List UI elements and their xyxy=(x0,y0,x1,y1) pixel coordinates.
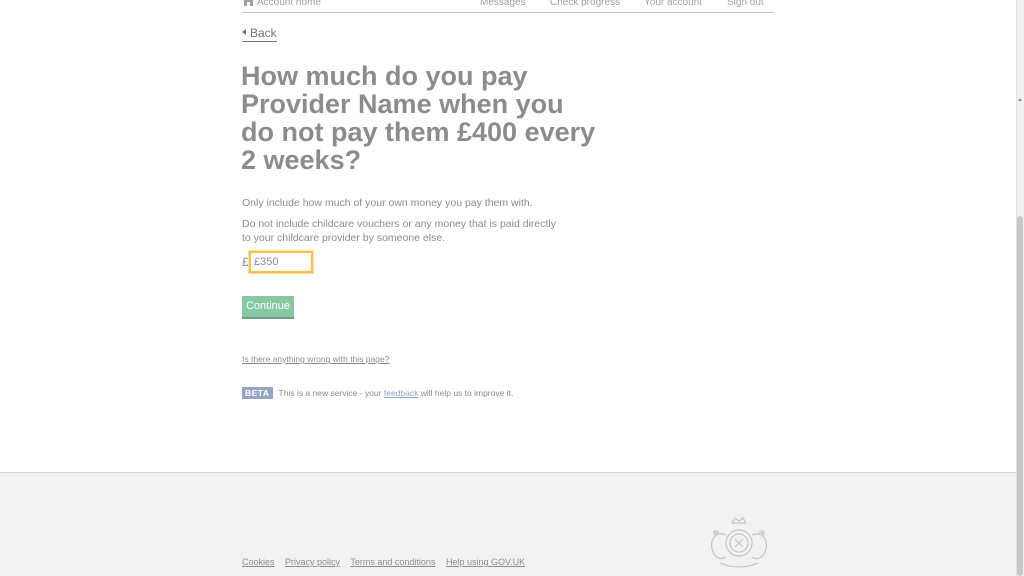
feedback-link[interactable]: feedback xyxy=(384,388,419,398)
scroll-up-icon[interactable] xyxy=(1018,98,1022,101)
hint-own-money: Only include how much of your own money … xyxy=(242,197,533,209)
nav-messages[interactable]: Messages xyxy=(480,0,526,8)
continue-button[interactable]: Continue xyxy=(242,296,294,317)
beta-text-before: This is a new service - your xyxy=(278,388,384,398)
royal-crest-icon xyxy=(704,513,774,573)
top-navigation: Account home Messages Check progress You… xyxy=(242,0,774,13)
report-problem-link[interactable]: Is there anything wrong with this page? xyxy=(242,354,389,364)
beta-tag: BETA xyxy=(242,387,273,399)
home-icon[interactable] xyxy=(243,0,254,6)
footer-link-help[interactable]: Help using GOV.UK xyxy=(446,557,525,567)
footer: Cookies Privacy policy Terms and conditi… xyxy=(0,472,1016,576)
back-arrow-icon xyxy=(242,29,246,35)
footer-links: Cookies Privacy policy Terms and conditi… xyxy=(242,557,533,567)
back-link[interactable]: Back xyxy=(242,27,277,42)
amount-input[interactable] xyxy=(248,250,314,274)
hint-vouchers: Do not include childcare vouchers or any… xyxy=(242,218,556,244)
nav-check-progress[interactable]: Check progress xyxy=(550,0,620,8)
currency-prefix: £ xyxy=(242,255,249,269)
nav-account-home[interactable]: Account home xyxy=(257,0,321,8)
footer-link-privacy[interactable]: Privacy policy xyxy=(285,557,340,567)
back-link-label: Back xyxy=(250,26,277,40)
page: Account home Messages Check progress You… xyxy=(0,0,1016,576)
scrollbar-thumb[interactable] xyxy=(1017,216,1023,576)
footer-link-cookies[interactable]: Cookies xyxy=(242,557,275,567)
nav-sign-out[interactable]: Sign out xyxy=(727,0,764,8)
beta-banner: BETA This is a new service - your feedbac… xyxy=(242,387,513,399)
beta-text-after: will help us to improve it. xyxy=(418,388,514,398)
nav-your-account[interactable]: Your account xyxy=(644,0,702,8)
footer-link-terms[interactable]: Terms and conditions xyxy=(350,557,435,567)
page-title: How much do you pay Provider Name when y… xyxy=(241,61,596,175)
